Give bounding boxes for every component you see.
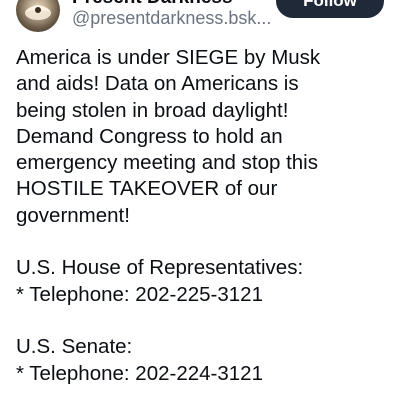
house-phone: * Telephone: 202-225-3121 — [16, 282, 263, 306]
senate-heading: U.S. Senate: — [16, 335, 133, 359]
avatar-image-icon — [25, 5, 51, 20]
senate-phone: * Telephone: 202-224-3121 — [16, 361, 263, 385]
follow-button[interactable]: Follow — [276, 0, 384, 18]
post-paragraph: America is under SIEGE by Musk and aids!… — [16, 46, 321, 227]
post-body: America is under SIEGE by Musk and aids!… — [16, 45, 391, 387]
handle[interactable]: @presentdarkness.bsk... — [72, 8, 271, 28]
house-heading: U.S. House of Representatives: — [16, 256, 304, 280]
post-header: Present Darkness @presentdarkness.bsk...… — [0, 0, 400, 40]
avatar[interactable] — [16, 0, 60, 32]
